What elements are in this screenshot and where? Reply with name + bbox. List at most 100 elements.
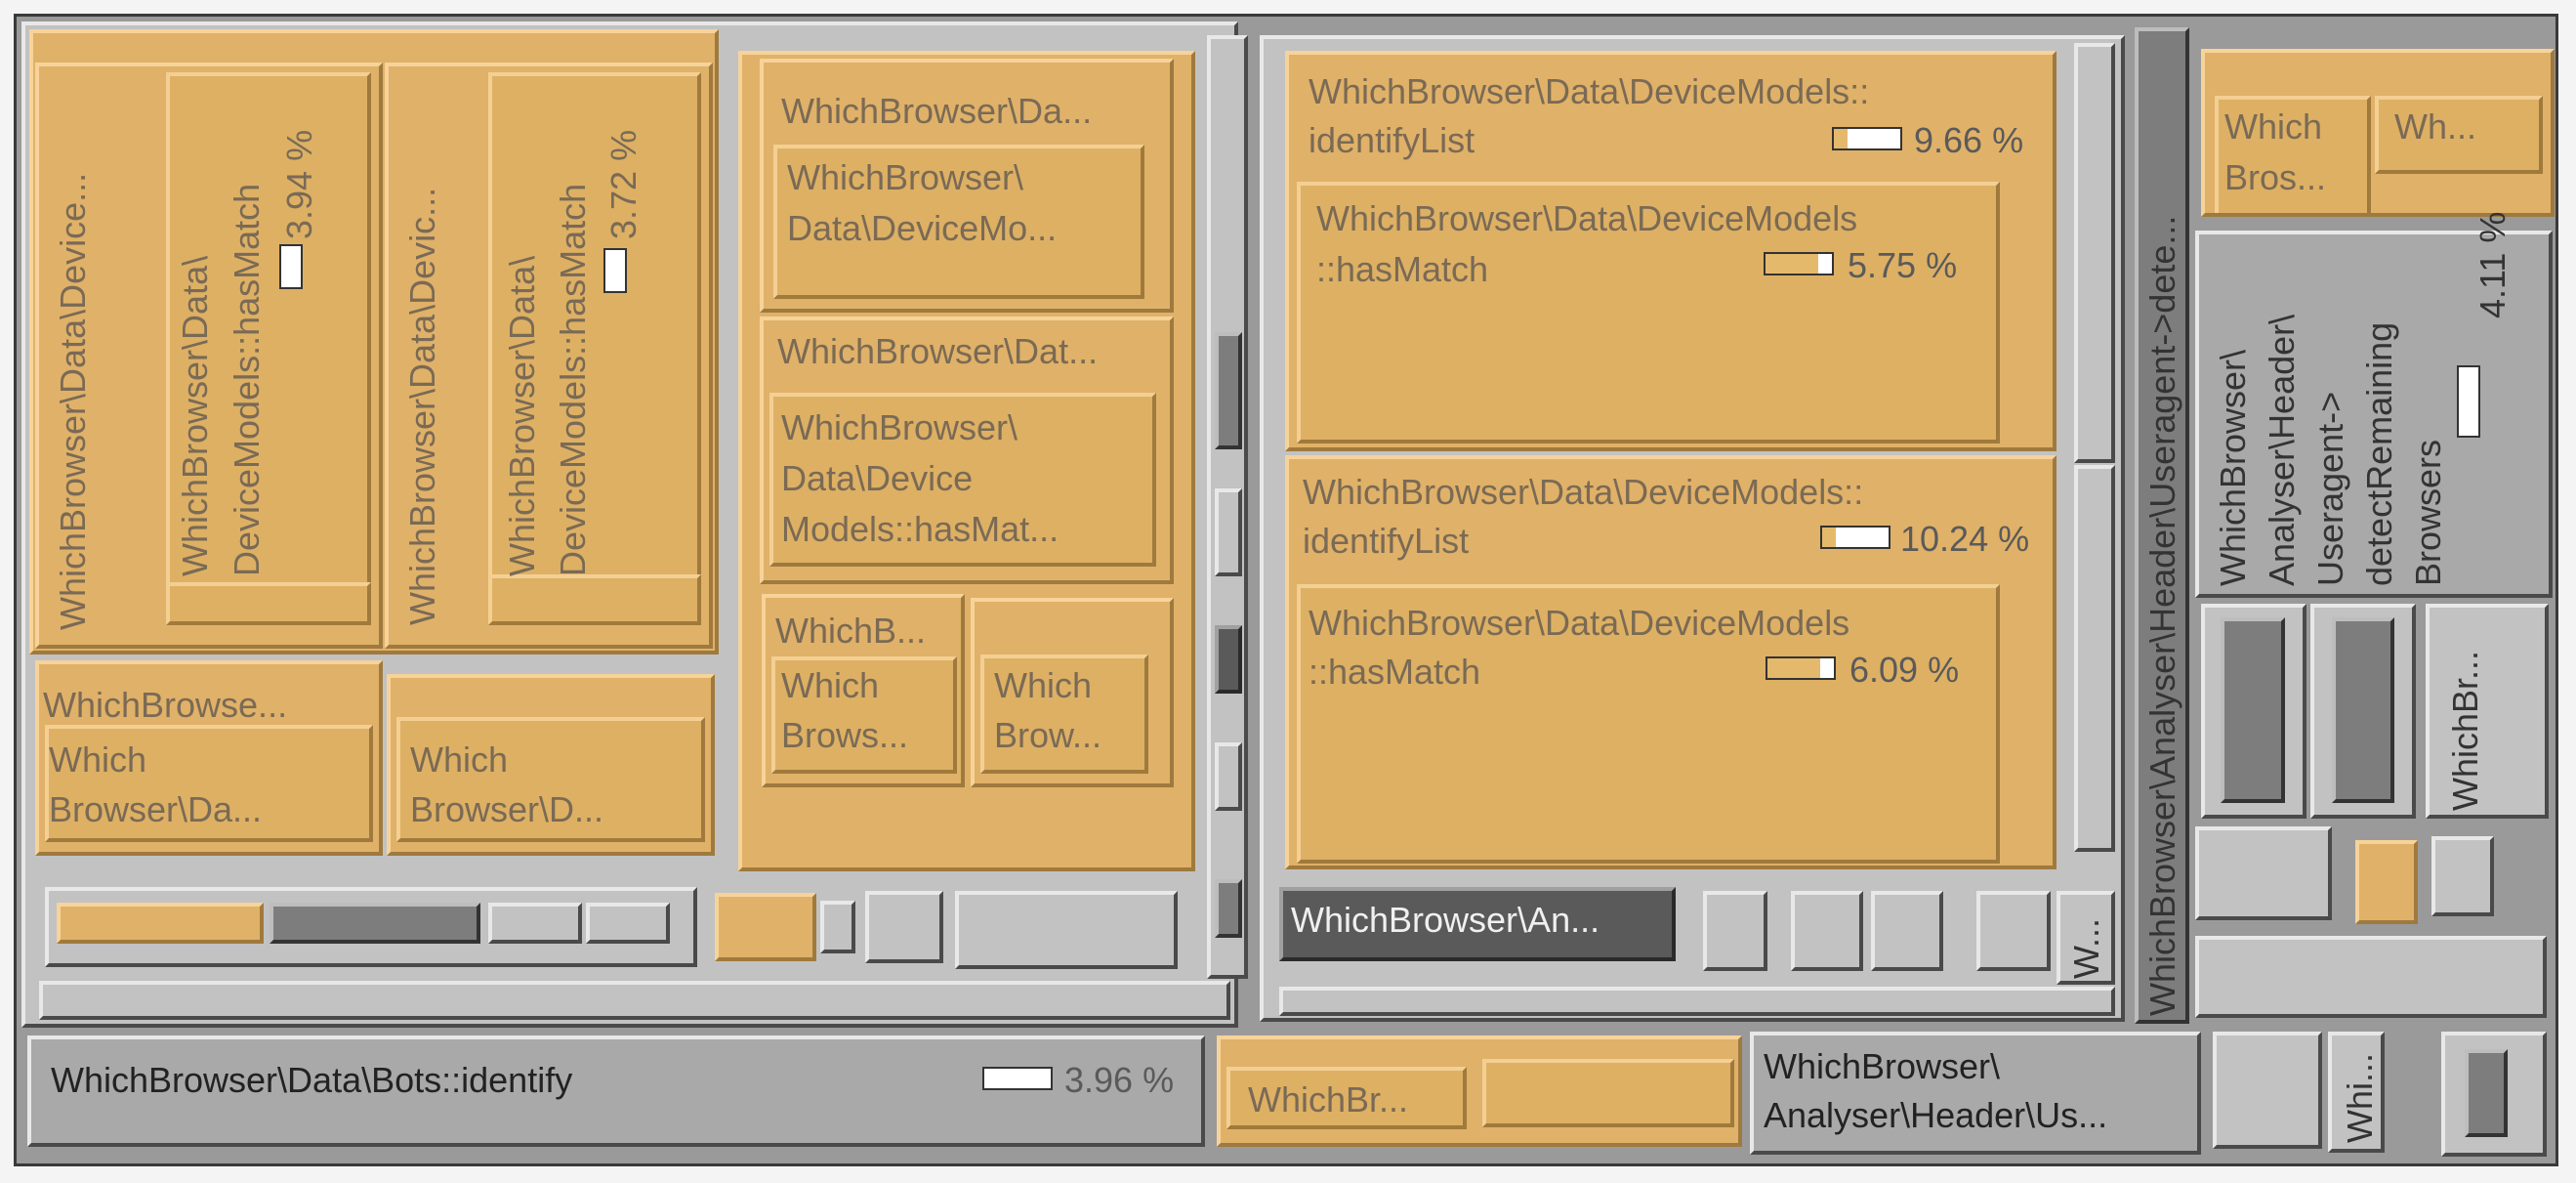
pct-hasmatch-4: 6.09 % [1849, 650, 1960, 690]
treemap-cell-fr-5[interactable] [2431, 836, 2494, 916]
label-detect-rem-5: Browsers [2408, 439, 2448, 586]
label-wb-da: WhichBrowser\Da... [781, 91, 1093, 131]
label-hasmatch-3a: WhichBrowser\Data\DeviceModels [1316, 198, 1858, 238]
pct-hasmatch-1: 3.94 % [279, 129, 319, 239]
label-which-browser-da-b: Browser\Da... [49, 789, 263, 829]
treemap-cell-lower-3[interactable] [820, 901, 855, 953]
treemap-cell-fr-8-inner[interactable] [2465, 1049, 2508, 1137]
treemap-cell-an-3[interactable] [1871, 891, 1943, 971]
label-useragent-dete: WhichBrowser\Analyser\Header\Useragent->… [2142, 215, 2182, 1016]
label-wb-data-devicemo-a: WhichBrowser\ [787, 157, 1024, 197]
treemap-cell-an-2[interactable] [1791, 891, 1863, 971]
bar-hasmatch-3 [1764, 252, 1834, 275]
label-analyser-header-us-a: WhichBrowser\ [1764, 1046, 2001, 1086]
treemap-cell-fr-2[interactable] [2310, 604, 2416, 819]
label-analyser-an: WhichBrowser\An... [1291, 900, 1600, 940]
label-whichbr-vert: WhichBr... [2445, 650, 2485, 811]
label-hasmatch-3b: ::hasMatch [1316, 249, 1489, 289]
label-wb-dev-hasmat-b: Data\Device [781, 458, 974, 498]
treemap-view: WhichBrowser\Data\Device... WhichBrowser… [0, 0, 2576, 1183]
label-hasmatch-4a: WhichBrowser\Data\DeviceModels [1309, 603, 1850, 643]
treemap-cell-thin-dark[interactable] [1215, 332, 1242, 449]
treemap-cell-an-1[interactable] [1703, 891, 1767, 971]
label-hasmatch-4b: ::hasMatch [1309, 652, 1481, 692]
label-whichbr-bottom: WhichBr... [1248, 1079, 1409, 1120]
treemap-cell-thin-hatch[interactable] [1215, 625, 1242, 694]
label-detect-rem-3: Useragent-> [2310, 391, 2350, 586]
pct-identify-1: 9.66 % [1914, 120, 2024, 160]
pct-detect-rem: 4.11 % [2472, 211, 2513, 318]
treemap-cell-fr-7[interactable] [2213, 1032, 2322, 1149]
treemap-cell-thin-2[interactable] [1215, 488, 1242, 576]
treemap-cell-lower-dark[interactable] [270, 903, 480, 944]
treemap-cell-whichbr-bottom-right[interactable] [1482, 1059, 1734, 1127]
treemap-cell-lower-5[interactable] [955, 891, 1178, 969]
label-hasmatch-2b: DeviceModels::hasMatch [553, 183, 593, 576]
label-which-browser-d-a: Which [410, 739, 509, 780]
label-which-browser-da-a: Which [49, 739, 147, 780]
treemap-cell-fr-4[interactable] [2355, 840, 2418, 924]
label-which-brows-b: Brows... [781, 715, 909, 755]
label-which-brow-b: Brow... [994, 715, 1102, 755]
treemap-cell-an-4[interactable] [1976, 891, 2051, 971]
label-wb-data-devicemo-b: Data\DeviceMo... [787, 208, 1058, 248]
treemap-cell-thin-3[interactable] [1215, 742, 1242, 811]
label-device-1: WhichBrowser\Data\Device... [53, 172, 93, 630]
label-identify-list-1a: WhichBrowser\Data\DeviceModels:: [1309, 71, 1870, 111]
label-detect-rem-4: detectRemaining [2359, 321, 2399, 586]
label-wb-dev-hasmat-a: WhichBrowser\ [781, 407, 1018, 447]
pct-bots: 3.96 % [1064, 1060, 1175, 1100]
label-which-bros-a: Which [2224, 106, 2323, 147]
label-which-brows-a: Which [781, 665, 880, 705]
label-which-bros-b: Bros... [2224, 157, 2327, 197]
treemap-cell-hasmatch-1-strip[interactable] [166, 582, 371, 625]
treemap-cell-lower-4[interactable] [865, 891, 943, 963]
label-w-short: W... [2066, 918, 2106, 979]
label-hasmatch-1b: DeviceModels::hasMatch [227, 183, 267, 576]
treemap-cell-fr-1[interactable] [2201, 604, 2306, 819]
bar-hasmatch-2 [603, 248, 627, 293]
treemap-cell-lower-2[interactable] [586, 903, 670, 944]
label-wb-b-small: WhichB... [775, 611, 927, 651]
bar-detect-rem [2457, 365, 2480, 438]
label-identify-list-2b: identifyList [1303, 521, 1470, 561]
treemap-cell-right-thin-1[interactable] [2074, 43, 2115, 463]
label-which-browser-d-b: Browser\D... [410, 789, 604, 829]
label-hasmatch-1a: WhichBrowser\Data\ [175, 255, 215, 576]
label-detect-rem-1: WhichBrowser\ [2213, 349, 2253, 586]
label-analyser-header-us-b: Analyser\Header\Us... [1764, 1095, 2108, 1135]
pct-identify-2: 10.24 % [1900, 519, 2030, 559]
treemap-cell-fr-6[interactable] [2195, 936, 2547, 1018]
treemap-cell-lower-orange-2[interactable] [715, 893, 816, 961]
label-wb-dev-hasmat-c: Models::hasMat... [781, 509, 1059, 549]
label-wh-short: Wh... [2394, 106, 2477, 147]
bar-hasmatch-4 [1766, 656, 1836, 680]
treemap-cell-lower-orange[interactable] [57, 903, 264, 944]
label-identify-list-1b: identifyList [1309, 120, 1475, 160]
label-device-2: WhichBrowser\Data\Devic... [402, 187, 442, 625]
treemap-cell-fr-8[interactable] [2441, 1032, 2547, 1157]
pct-hasmatch-3: 5.75 % [1848, 245, 1958, 285]
label-detect-rem-2: Analyser\Header\ [2262, 314, 2302, 586]
bar-bots [982, 1067, 1053, 1090]
treemap-cell-thin-4[interactable] [1215, 879, 1242, 938]
label-bots-identify: WhichBrowser\Data\Bots::identify [51, 1060, 573, 1100]
treemap-cell-fr-1-inner[interactable] [2221, 617, 2285, 803]
bar-hasmatch-1 [279, 244, 303, 289]
treemap-cell-hasmatch-2-strip[interactable] [488, 574, 701, 625]
treemap-cell-lower-1[interactable] [488, 903, 582, 944]
treemap-cell-tiny-row[interactable] [39, 981, 1230, 1020]
label-wb-browse: WhichBrowse... [43, 685, 288, 725]
bar-identify-1 [1832, 127, 1902, 150]
label-identify-list-2a: WhichBrowser\Data\DeviceModels:: [1303, 472, 1864, 512]
pct-hasmatch-2: 3.72 % [603, 129, 644, 239]
label-whi-vert: Whi... [2340, 1052, 2380, 1143]
treemap-cell-an-strip[interactable] [1279, 987, 2115, 1016]
label-wb-dat: WhichBrowser\Dat... [777, 331, 1099, 371]
bar-identify-2 [1820, 526, 1890, 549]
label-hasmatch-2a: WhichBrowser\Data\ [502, 255, 542, 576]
label-which-brow-a: Which [994, 665, 1093, 705]
treemap-cell-fr-2-inner[interactable] [2332, 617, 2394, 803]
treemap-cell-right-thin-2[interactable] [2074, 465, 2115, 852]
treemap-cell-fr-3[interactable] [2195, 826, 2332, 920]
